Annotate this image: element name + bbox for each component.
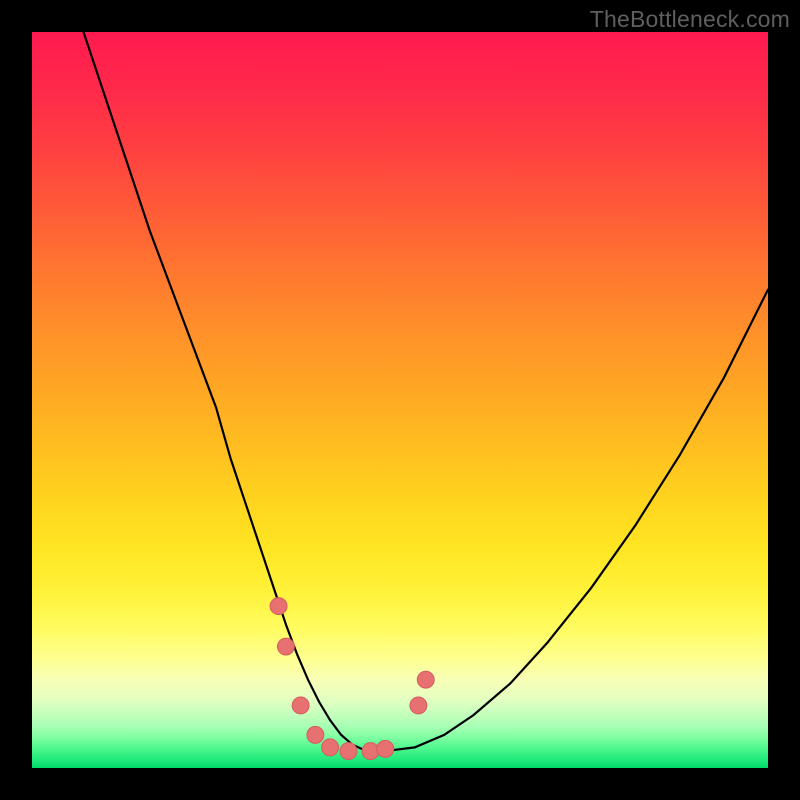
curve-marker	[410, 697, 427, 714]
curve-marker	[377, 740, 394, 757]
curve-markers	[270, 598, 434, 760]
bottleneck-curve	[84, 32, 768, 751]
curve-marker	[292, 697, 309, 714]
chart-frame: TheBottleneck.com	[0, 0, 800, 800]
curve-marker	[417, 671, 434, 688]
plot-area	[32, 32, 768, 768]
chart-svg	[32, 32, 768, 768]
curve-marker	[270, 598, 287, 615]
curve-marker	[307, 726, 324, 743]
watermark-text: TheBottleneck.com	[590, 6, 790, 33]
curve-marker	[340, 743, 357, 760]
curve-marker	[362, 743, 379, 760]
curve-marker	[277, 638, 294, 655]
curve-marker	[322, 739, 339, 756]
